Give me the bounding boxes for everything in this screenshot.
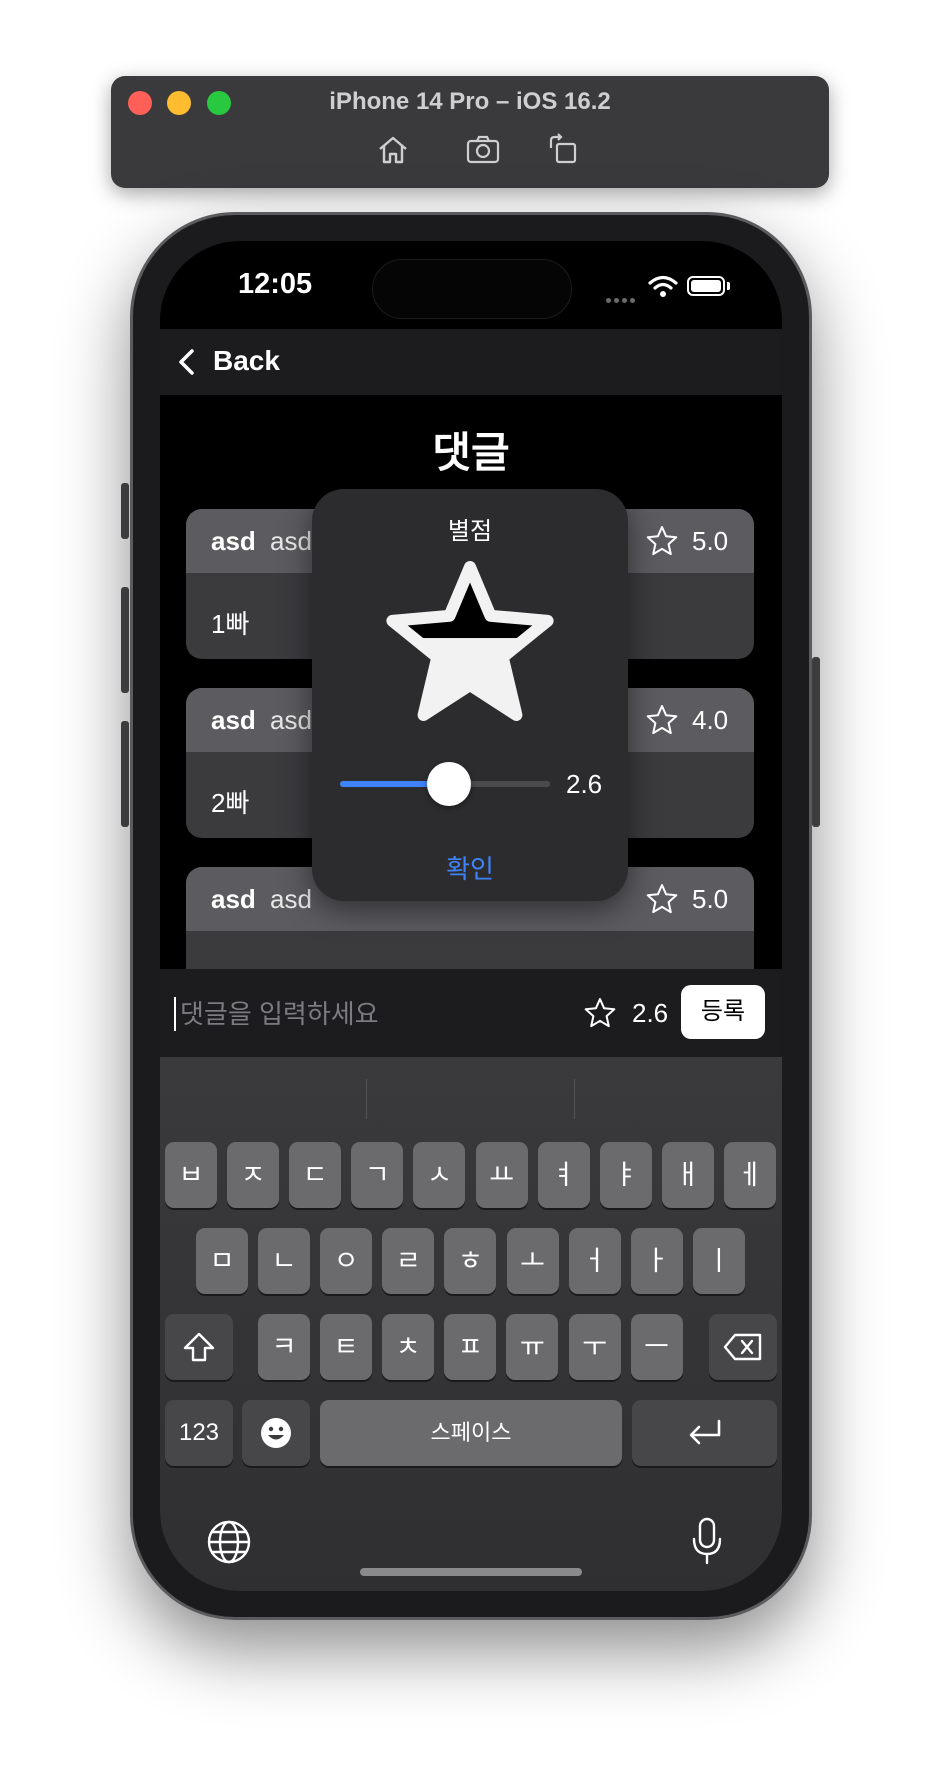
star-half-filled-icon (386, 561, 554, 721)
keyboard-key[interactable]: ㄹ (382, 1228, 435, 1294)
text-caret (174, 997, 176, 1031)
page-title: 댓글 (432, 429, 510, 476)
rating-slider-value: 2.6 (566, 769, 603, 799)
microphone-icon[interactable] (690, 1517, 724, 1565)
keyboard-key[interactable]: ㅅ (413, 1142, 466, 1208)
action-button (121, 483, 129, 539)
keyboard-key[interactable]: ㅓ (568, 1228, 621, 1294)
battery-tip (727, 282, 730, 290)
comment-user: asd (211, 526, 256, 556)
keyboard-key[interactable]: ㅡ (630, 1314, 683, 1380)
power-button (812, 657, 820, 827)
keyboard-key[interactable]: ㅗ (506, 1228, 559, 1294)
suggestion-divider (574, 1079, 575, 1119)
comment-user: asd (211, 884, 256, 914)
comment-rating: 5.0 (692, 526, 729, 556)
home-indicator (360, 1568, 582, 1576)
return-icon (689, 1419, 720, 1445)
comment-name: asd (270, 526, 312, 556)
comment-rating: 5.0 (692, 884, 729, 914)
dynamic-island (372, 259, 572, 319)
home-icon[interactable] (375, 132, 411, 168)
keyboard-key[interactable]: ㅈ (227, 1142, 280, 1208)
shift-icon (183, 1332, 215, 1362)
keyboard-key[interactable]: ㅂ (165, 1142, 217, 1208)
rotate-icon[interactable] (545, 132, 581, 168)
rating-slider-thumb[interactable] (427, 762, 472, 806)
keyboard-key[interactable]: ㅁ (196, 1228, 248, 1294)
comment-user: asd (211, 705, 256, 735)
keyboard-key[interactable]: ㅣ (692, 1228, 745, 1294)
keyboard-key[interactable]: ㄴ (258, 1228, 311, 1294)
battery-icon (687, 276, 725, 296)
chevron-left-icon[interactable] (176, 347, 198, 377)
comment-input-bar: 2.6 등록 (160, 969, 782, 1057)
return-key[interactable] (632, 1400, 777, 1466)
keyboard-key[interactable]: ㅐ (661, 1142, 714, 1208)
cellular-signal-icon (606, 290, 638, 308)
rating-popup-title: 별점 (447, 518, 493, 545)
navigation-bar: Back (160, 329, 782, 395)
keyboard: ㅂㅈㄷㄱㅅㅛㅕㅑㅐㅔ ㅁㄴㅇㄹㅎㅗㅓㅏㅣ ㅋㅌㅊㅍㅠㅜㅡ 123 스페이스 (160, 1057, 782, 1591)
wifi-icon (648, 275, 678, 297)
confirm-button[interactable]: 확인 (312, 849, 628, 886)
keyboard-key[interactable]: ㅔ (723, 1142, 776, 1208)
keyboard-key[interactable]: ㅕ (537, 1142, 590, 1208)
keyboard-key[interactable]: ㅎ (444, 1228, 497, 1294)
rating-popup: 별점 2.6 확인 (312, 489, 628, 901)
suggestion-divider (366, 1079, 367, 1119)
status-time: 12:05 (238, 268, 313, 300)
comment-name: asd (270, 884, 312, 914)
comment-input[interactable] (178, 991, 562, 1037)
keyboard-key[interactable]: ㅛ (475, 1142, 528, 1208)
back-button[interactable]: Back (213, 345, 280, 377)
keyboard-key[interactable]: ㅊ (382, 1314, 435, 1380)
comment-name: asd (270, 705, 312, 735)
keyboard-key[interactable]: ㅍ (444, 1314, 497, 1380)
keyboard-key[interactable]: ㅠ (506, 1314, 559, 1380)
keyboard-key[interactable]: ㅏ (630, 1228, 683, 1294)
keyboard-key[interactable]: ㅇ (320, 1228, 373, 1294)
input-rating-value[interactable]: 2.6 (632, 998, 668, 1029)
emoji-icon (261, 1418, 291, 1448)
star-outline-icon (646, 705, 678, 735)
space-key[interactable]: 스페이스 (320, 1400, 622, 1466)
numbers-key[interactable]: 123 (165, 1400, 233, 1466)
emoji-key[interactable] (242, 1400, 310, 1466)
backspace-key[interactable] (709, 1314, 777, 1380)
globe-icon[interactable] (206, 1519, 252, 1565)
screenshot-icon[interactable] (465, 132, 501, 168)
keyboard-key[interactable]: ㅑ (599, 1142, 652, 1208)
delete-icon (723, 1333, 762, 1361)
keyboard-key[interactable]: ㅋ (258, 1314, 310, 1380)
star-outline-icon (646, 884, 678, 914)
comment-body: 2빠 (211, 788, 250, 818)
shift-key[interactable] (165, 1314, 233, 1380)
comment-body: 1빠 (211, 609, 250, 639)
simulator-title: iPhone 14 Pro – iOS 16.2 (329, 88, 611, 115)
star-outline-icon (646, 526, 678, 556)
phone-screen: 12:05 Back 댓글 asd asd 5.0 1빠 asd asd 4.0 (160, 241, 782, 1591)
volume-down-button (121, 721, 129, 827)
keyboard-key[interactable]: ㅌ (320, 1314, 373, 1380)
simulator-title-bar: iPhone 14 Pro – iOS 16.2 (111, 76, 829, 188)
keyboard-key[interactable]: ㅜ (568, 1314, 621, 1380)
volume-up-button (121, 587, 129, 693)
submit-button[interactable]: 등록 (681, 985, 765, 1039)
star-outline-icon[interactable] (584, 997, 616, 1029)
comment-rating: 4.0 (692, 705, 729, 735)
keyboard-key[interactable]: ㄷ (289, 1142, 342, 1208)
keyboard-key[interactable]: ㄱ (351, 1142, 404, 1208)
rating-slider[interactable] (340, 762, 550, 806)
